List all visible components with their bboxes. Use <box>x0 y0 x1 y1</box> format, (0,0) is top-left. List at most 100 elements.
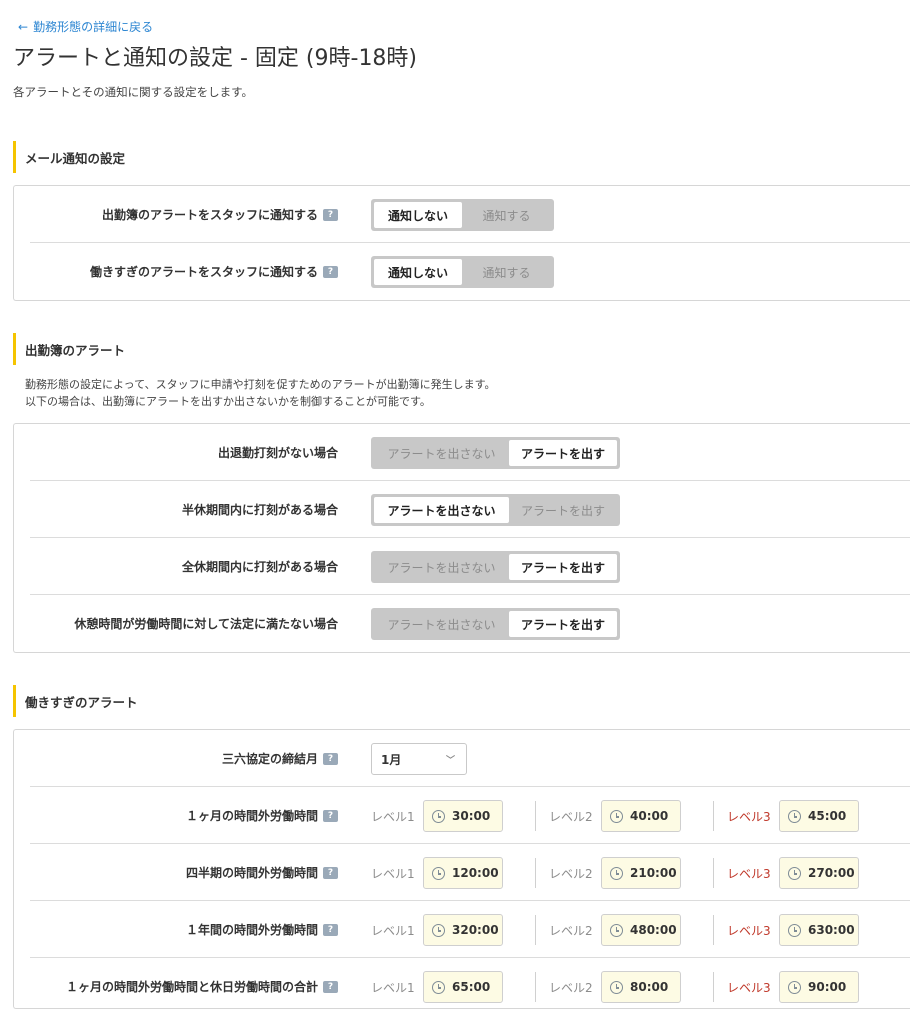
alert-toggle-full-day[interactable]: アラートを出さない アラートを出す <box>371 551 620 583</box>
level3-time-input[interactable]: 90:00 <box>779 971 859 1003</box>
level1-time-input[interactable]: 30:00 <box>423 800 503 832</box>
toggle-option-off[interactable]: 通知しない <box>374 259 462 285</box>
closing-month-row: 三六協定の締結月 ? 1月 ﹀ <box>30 730 910 787</box>
divider <box>535 972 536 1002</box>
back-link[interactable]: ← 勤務形態の詳細に戻る <box>18 18 153 35</box>
divider <box>713 858 714 888</box>
clock-icon <box>610 809 623 823</box>
back-link-label: 勤務形態の詳細に戻る <box>33 20 154 34</box>
help-icon[interactable]: ? <box>323 752 338 765</box>
row-label: 休憩時間が労働時間に対して法定に満たない場合 <box>74 617 338 631</box>
clock-icon <box>788 980 801 994</box>
help-icon[interactable]: ? <box>323 265 338 278</box>
alert-toggle-half-day[interactable]: アラートを出さない アラートを出す <box>371 494 620 526</box>
level3-time-input[interactable]: 270:00 <box>779 857 859 889</box>
row-label: １年間の時間外労働時間 <box>185 923 318 937</box>
alert-row-full-day: 全休期間内に打刻がある場合 アラートを出さない アラートを出す <box>30 538 910 595</box>
level3-group: レベル3 270:00 <box>727 857 859 889</box>
level3-time-input[interactable]: 630:00 <box>779 914 859 946</box>
toggle-option-alert[interactable]: アラートを出す <box>509 440 617 466</box>
notify-toggle-overwork[interactable]: 通知しない 通知する <box>371 256 554 288</box>
level3-group: レベル3 630:00 <box>727 914 859 946</box>
level3-group: レベル3 90:00 <box>727 971 859 1003</box>
row-label: 全休期間内に打刻がある場合 <box>181 560 338 574</box>
toggle-option-alert[interactable]: アラートを出す <box>509 497 617 523</box>
clock-icon <box>610 866 623 880</box>
toggle-option-off[interactable]: 通知しない <box>374 202 462 228</box>
level1-time-input[interactable]: 120:00 <box>423 857 503 889</box>
level1-time-input[interactable]: 320:00 <box>423 914 503 946</box>
level2-label: レベル2 <box>549 923 593 938</box>
toggle-option-on[interactable]: 通知する <box>462 259 551 285</box>
alert-toggle-no-punch[interactable]: アラートを出さない アラートを出す <box>371 437 620 469</box>
page-title: アラートと通知の設定 - 固定 (9時-18時) <box>13 46 418 71</box>
chevron-down-icon: ﹀ <box>445 756 455 766</box>
row-label: 働きすぎのアラートをスタッフに通知する ? <box>90 243 338 300</box>
level2-time-input[interactable]: 80:00 <box>601 971 681 1003</box>
clock-icon <box>788 923 801 937</box>
level2-label: レベル2 <box>549 980 593 995</box>
row-label: 四半期の時間外労働時間 <box>185 866 318 880</box>
arrow-left-icon: ← <box>18 19 29 34</box>
clock-icon <box>788 866 801 880</box>
mail-settings-panel: 出勤簿のアラートをスタッフに通知する ? 通知しない 通知する 働きすぎのアラー… <box>13 185 910 301</box>
level1-label: レベル1 <box>371 980 415 995</box>
level3-label: レベル3 <box>727 866 771 881</box>
help-icon[interactable]: ? <box>323 866 338 879</box>
level1-group: レベル1 120:00 <box>371 857 503 889</box>
divider <box>535 801 536 831</box>
clock-icon <box>610 923 623 937</box>
level1-label: レベル1 <box>371 809 415 824</box>
toggle-option-on[interactable]: 通知する <box>462 202 551 228</box>
section-heading-attendance: 出勤簿のアラート <box>13 333 125 365</box>
overtime-row-quarter: 四半期の時間外労働時間 ? レベル1 120:00 レベル2 210:00 レベ… <box>30 844 910 901</box>
level2-group: レベル2 80:00 <box>549 971 681 1003</box>
level3-group: レベル3 45:00 <box>727 800 859 832</box>
row-label: 半休期間内に打刻がある場合 <box>181 503 338 517</box>
level2-group: レベル2 480:00 <box>549 914 681 946</box>
level1-label: レベル1 <box>371 923 415 938</box>
divider <box>713 801 714 831</box>
clock-icon <box>432 980 445 994</box>
level3-label: レベル3 <box>727 809 771 824</box>
level2-label: レベル2 <box>549 809 593 824</box>
help-icon[interactable]: ? <box>323 208 338 221</box>
toggle-option-no-alert[interactable]: アラートを出さない <box>374 611 509 637</box>
toggle-option-alert[interactable]: アラートを出す <box>509 554 617 580</box>
row-label: １ヶ月の時間外労働時間 <box>185 809 318 823</box>
attendance-alert-panel: 出退勤打刻がない場合 アラートを出さない アラートを出す 半休期間内に打刻がある… <box>13 423 910 653</box>
divider <box>535 915 536 945</box>
notify-toggle-attendance[interactable]: 通知しない 通知する <box>371 199 554 231</box>
toggle-option-no-alert[interactable]: アラートを出さない <box>374 554 509 580</box>
toggle-option-no-alert[interactable]: アラートを出さない <box>374 440 509 466</box>
row-label: 出退勤打刻がない場合 <box>217 446 338 460</box>
level3-time-input[interactable]: 45:00 <box>779 800 859 832</box>
toggle-option-alert[interactable]: アラートを出す <box>509 611 617 637</box>
overtime-row-year: １年間の時間外労働時間 ? レベル1 320:00 レベル2 480:00 レベ… <box>30 901 910 958</box>
level3-label: レベル3 <box>727 980 771 995</box>
alert-row-no-punch: 出退勤打刻がない場合 アラートを出さない アラートを出す <box>30 424 910 481</box>
level1-time-input[interactable]: 65:00 <box>423 971 503 1003</box>
level2-time-input[interactable]: 210:00 <box>601 857 681 889</box>
alert-row-half-day: 半休期間内に打刻がある場合 アラートを出さない アラートを出す <box>30 481 910 538</box>
level1-group: レベル1 30:00 <box>371 800 503 832</box>
level1-group: レベル1 65:00 <box>371 971 503 1003</box>
help-icon[interactable]: ? <box>323 923 338 936</box>
level2-time-input[interactable]: 40:00 <box>601 800 681 832</box>
clock-icon <box>432 866 445 880</box>
alert-toggle-break-time[interactable]: アラートを出さない アラートを出す <box>371 608 620 640</box>
clock-icon <box>432 923 445 937</box>
level2-time-input[interactable]: 480:00 <box>601 914 681 946</box>
alert-row-break-time: 休憩時間が労働時間に対して法定に満たない場合 アラートを出さない アラートを出す <box>30 595 910 652</box>
toggle-option-no-alert[interactable]: アラートを出さない <box>374 497 509 523</box>
closing-month-select[interactable]: 1月 ﹀ <box>371 743 467 775</box>
help-icon[interactable]: ? <box>323 809 338 822</box>
level2-label: レベル2 <box>549 866 593 881</box>
overwork-alert-panel: 三六協定の締結月 ? 1月 ﹀ １ヶ月の時間外労働時間 ? レベル1 30:00… <box>13 729 910 1009</box>
section-heading-mail: メール通知の設定 <box>13 141 125 173</box>
level1-label: レベル1 <box>371 866 415 881</box>
mail-row-overwork: 働きすぎのアラートをスタッフに通知する ? 通知しない 通知する <box>30 243 910 300</box>
row-label: 出勤簿のアラートをスタッフに通知する ? <box>102 186 338 243</box>
clock-icon <box>610 980 623 994</box>
level3-label: レベル3 <box>727 923 771 938</box>
